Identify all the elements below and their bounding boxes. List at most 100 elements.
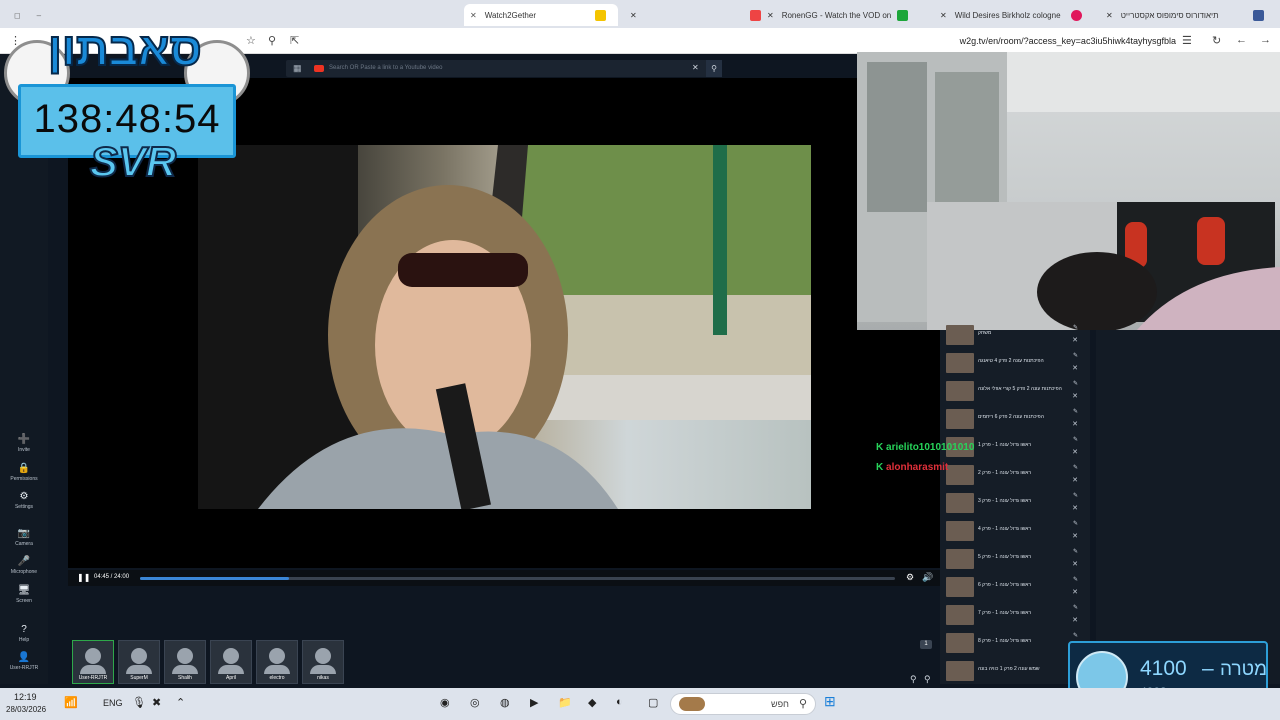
- playlist-title[interactable]: ראשו גדול עונה 1 - פרק 6: [978, 582, 1062, 588]
- close-icon[interactable]: ✕: [1106, 11, 1113, 20]
- playlist-item[interactable]: ראשו גדול עונה 1 - פרק 3 ✎ ✕: [940, 490, 1086, 516]
- playlist-item[interactable]: ראשו גדול עונה 1 - פרק 7 ✎ ✕: [940, 602, 1086, 628]
- sidebar-item-microphone[interactable]: 🎤 Microphone: [0, 556, 48, 575]
- sidebar-item-screen[interactable]: 🖥 Screen: [0, 585, 48, 604]
- tab-close[interactable]: ✕: [624, 4, 644, 26]
- edit-icon[interactable]: ✎: [1073, 520, 1078, 527]
- settings-gear-icon[interactable]: ⚙: [906, 572, 914, 583]
- playlist-title[interactable]: ראשו גדול עונה 1 - פרק 5: [978, 554, 1062, 560]
- close-icon[interactable]: ✕: [630, 11, 637, 20]
- app-icon[interactable]: ◉: [440, 696, 450, 709]
- participant-tile[interactable]: User-RRJTR: [72, 640, 114, 684]
- search-icon[interactable]: ⚲: [706, 60, 722, 77]
- share-icon[interactable]: ⇱: [290, 34, 299, 47]
- playlist-thumbnail[interactable]: [946, 549, 974, 569]
- edit-icon[interactable]: ✎: [1073, 632, 1078, 639]
- chrome-icon[interactable]: ◐: [616, 696, 623, 708]
- playlist-thumbnail[interactable]: [946, 661, 974, 681]
- sidebar-item-user[interactable]: 👤 User-RRJTR: [0, 652, 48, 671]
- close-icon[interactable]: ✕: [767, 11, 774, 20]
- participant-tile[interactable]: SuperM: [118, 640, 160, 684]
- star-icon[interactable]: ☆: [246, 34, 256, 47]
- sidebar-item-camera[interactable]: 📷 Camera: [0, 528, 48, 547]
- playlist-title[interactable]: ראשו גדול עונה 1 - פרק 1: [978, 442, 1062, 448]
- reload-icon[interactable]: ↻: [1212, 34, 1221, 47]
- close-icon[interactable]: ✕: [1072, 448, 1078, 456]
- media-player-icon[interactable]: ▶: [530, 696, 538, 709]
- playlist-title[interactable]: משחק: [978, 330, 1062, 336]
- edit-icon[interactable]: ✎: [1073, 464, 1078, 471]
- window-icon[interactable]: ▢: [648, 696, 658, 709]
- playlist-thumbnail[interactable]: [946, 353, 974, 373]
- playlist-item[interactable]: הפיכתנות עונה 2 פרק 4 טיאנגה ✎ ✕: [940, 350, 1086, 376]
- edit-icon[interactable]: ✎: [1073, 576, 1078, 583]
- playlist-thumbnail[interactable]: [946, 325, 974, 345]
- playlist-thumbnail[interactable]: [946, 381, 974, 401]
- playlist-thumbnail[interactable]: [946, 633, 974, 653]
- search-input[interactable]: Search OR Paste a link to a Youtube vide…: [329, 65, 442, 71]
- playlist-thumbnail[interactable]: [946, 465, 974, 485]
- zoom-in-icon[interactable]: ⚲: [910, 674, 917, 685]
- playlist-item[interactable]: ראשו גדול עונה 1 - פרק 2 ✎ ✕: [940, 462, 1086, 488]
- playlist-thumbnail[interactable]: [946, 521, 974, 541]
- playlist-title[interactable]: ראשו גדול עונה 1 - פרק 3: [978, 498, 1062, 504]
- progress-track[interactable]: [140, 577, 895, 580]
- playlist-title[interactable]: שמש עונה 2 פרק 1 כוויה בונה: [978, 666, 1062, 672]
- close-icon[interactable]: ✕: [940, 11, 947, 20]
- playlist-thumbnail[interactable]: [946, 409, 974, 429]
- playlist-title[interactable]: ראשו גדול עונה 1 - פרק 4: [978, 526, 1062, 532]
- sidebar-item-permissions[interactable]: 🔒 Permissions: [0, 463, 48, 482]
- playlist-thumbnail[interactable]: [946, 493, 974, 513]
- playlist-title[interactable]: ראשו גדול עונה 1 - פרק 2: [978, 470, 1062, 476]
- windows-start-icon[interactable]: ⊞: [824, 693, 836, 710]
- playlist-title[interactable]: הפיכתנות עונה 2 פרק 5 קורי אוזלי אלונה: [978, 386, 1062, 392]
- close-icon[interactable]: ✕: [1072, 336, 1078, 344]
- tab-list-icon[interactable]: ◻: [14, 11, 21, 20]
- playlist-item[interactable]: הפיכתנות עונה 2 פרק 6 ריחמים ✎ ✕: [940, 406, 1086, 432]
- edit-icon[interactable]: ✎: [1073, 436, 1078, 443]
- sidebar-item-invite[interactable]: ➕ Invite: [0, 434, 48, 453]
- tab-watch2gether[interactable]: ✕ Watch2Gether: [464, 4, 618, 26]
- url-field[interactable]: w2g.tv/en/room/?access_key=ac3iu5hiwk4ta…: [960, 36, 1176, 46]
- close-icon[interactable]: ✕: [1072, 616, 1078, 624]
- close-icon[interactable]: ✕: [1072, 504, 1078, 512]
- playlist-thumbnail[interactable]: [946, 577, 974, 597]
- mute-icon[interactable]: ✖: [152, 696, 161, 709]
- minimize-icon[interactable]: –: [37, 11, 41, 20]
- mic-icon[interactable]: 🎙: [132, 696, 146, 709]
- playlist-title[interactable]: הפיכתנות עונה 2 פרק 4 טיאנגה: [978, 358, 1062, 364]
- forward-icon[interactable]: →: [1260, 34, 1271, 46]
- playlist-item[interactable]: הפיכתנות עונה 2 פרק 5 קורי אוזלי אלונה ✎ ✕: [940, 378, 1086, 404]
- folder-icon[interactable]: 📁: [558, 696, 572, 709]
- tab-ronengg[interactable]: ✕ RonenGG - Watch the VOD on: [744, 4, 924, 26]
- zoom-icon[interactable]: ⚲: [268, 34, 276, 47]
- chevron-up-icon[interactable]: ⌃: [176, 696, 185, 709]
- instagram-icon[interactable]: ◎: [470, 696, 480, 709]
- playlist-item[interactable]: ראשו גדול עונה 1 - פרק 4 ✎ ✕: [940, 518, 1086, 544]
- grid-icon[interactable]: ▦: [293, 63, 302, 74]
- participant-tile[interactable]: Shalih: [164, 640, 206, 684]
- edit-icon[interactable]: ✎: [1073, 548, 1078, 555]
- close-icon[interactable]: ✕: [1072, 364, 1078, 372]
- participant-tile[interactable]: nikas: [302, 640, 344, 684]
- close-icon[interactable]: ✕: [1072, 588, 1078, 596]
- playlist-item[interactable]: משחק ✎ ✕: [940, 322, 1086, 348]
- clock-date[interactable]: 28/03/2026: [6, 705, 46, 714]
- playlist-item[interactable]: ראשו גדול עונה 1 - פרק 5 ✎ ✕: [940, 546, 1086, 572]
- taskbar-search[interactable]: חפש ⚲: [670, 693, 816, 715]
- edit-icon[interactable]: ✎: [1073, 324, 1078, 331]
- close-icon[interactable]: ✕: [470, 11, 477, 20]
- playlist-item[interactable]: שמש עונה 2 פרק 1 כוויה בונה✎✕: [940, 658, 1086, 684]
- sidebar-item-help[interactable]: ? Help: [0, 624, 48, 643]
- close-icon[interactable]: ✕: [1072, 532, 1078, 540]
- back-icon[interactable]: ←: [1236, 34, 1247, 46]
- sidebar-item-settings[interactable]: ⚙ Settings: [0, 491, 48, 510]
- edit-icon[interactable]: ✎: [1073, 492, 1078, 499]
- discord-icon[interactable]: ◍: [500, 696, 510, 709]
- edit-icon[interactable]: ✎: [1073, 352, 1078, 359]
- clock-time[interactable]: 12:19: [14, 692, 37, 702]
- edit-icon[interactable]: ✎: [1073, 408, 1078, 415]
- close-icon[interactable]: ✕: [1072, 560, 1078, 568]
- playlist-item[interactable]: ראשו גדול עונה 1 - פרק 6 ✎ ✕: [940, 574, 1086, 600]
- playlist-title[interactable]: הפיכתנות עונה 2 פרק 6 ריחמים: [978, 414, 1062, 420]
